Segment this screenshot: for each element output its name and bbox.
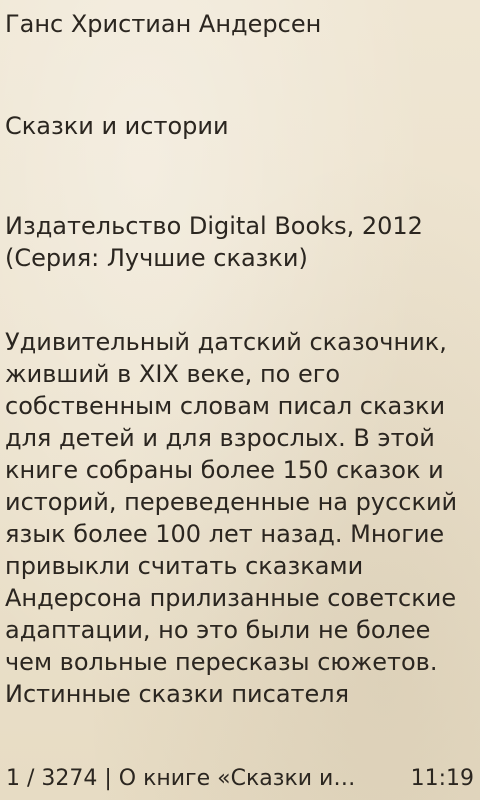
description-line: живший в XIX веке, по его <box>5 360 341 388</box>
description-line: привыкли считать сказками <box>5 552 364 580</box>
reader-status-bar[interactable]: 1 / 3274 | О книге «Сказки и… 11:19 <box>0 762 480 796</box>
description-line: Андерсона прилизанные советские <box>5 584 457 612</box>
description-line: для детей и для взрослых. В этой <box>5 424 435 452</box>
description-line: чем вольные пересказы сюжетов. <box>5 648 438 676</box>
book-description: Удивительный датский сказочник, живший в… <box>5 326 475 710</box>
description-line: собственным словам писал сказки <box>5 392 446 420</box>
book-author: Ганс Христиан Андерсен <box>5 10 322 38</box>
page-position-indicator[interactable]: 1 / 3274 | О книге «Сказки и… <box>6 762 391 796</box>
description-line: книге собраны более 150 сказок и <box>5 456 444 484</box>
reader-page[interactable]: Ганс Христиан Андерсен Сказки и истории … <box>5 8 475 756</box>
clock: 11:19 <box>410 766 474 791</box>
publisher-info: Издательство Digital Books, 2012 (Серия:… <box>5 210 475 274</box>
description-line: Удивительный датский сказочник, <box>5 328 447 356</box>
book-title: Сказки и истории <box>5 112 229 140</box>
description-line: язык более 100 лет назад. Многие <box>5 520 445 548</box>
description-line: Истинные сказки писателя <box>5 680 350 708</box>
series-line: (Серия: Лучшие сказки) <box>5 244 308 272</box>
description-line: историй, переведенные на русский <box>5 488 458 516</box>
description-line: адаптации, но это были не более <box>5 616 431 644</box>
publisher-line: Издательство Digital Books, 2012 <box>5 212 423 240</box>
